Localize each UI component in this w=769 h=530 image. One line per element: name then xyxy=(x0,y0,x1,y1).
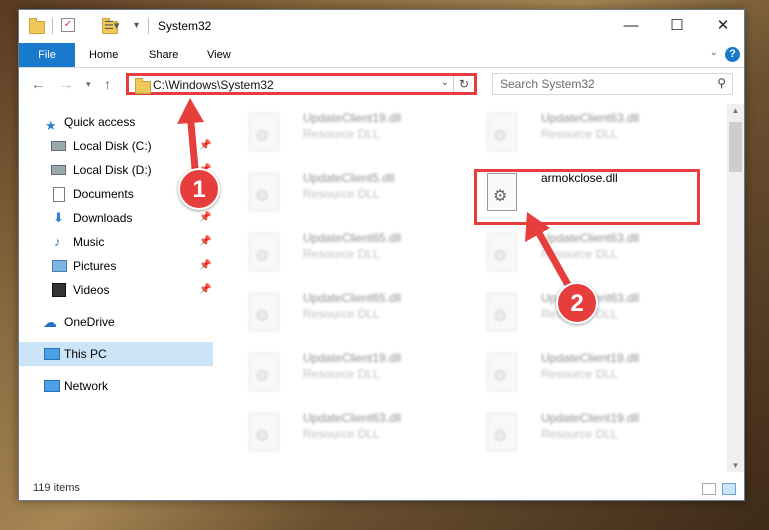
arrow-1-head xyxy=(177,98,204,124)
annotation-arrows xyxy=(177,98,576,296)
arrow-2-line xyxy=(531,222,576,296)
callout-2: 2 xyxy=(556,282,598,324)
callout-1: 1 xyxy=(178,168,220,210)
